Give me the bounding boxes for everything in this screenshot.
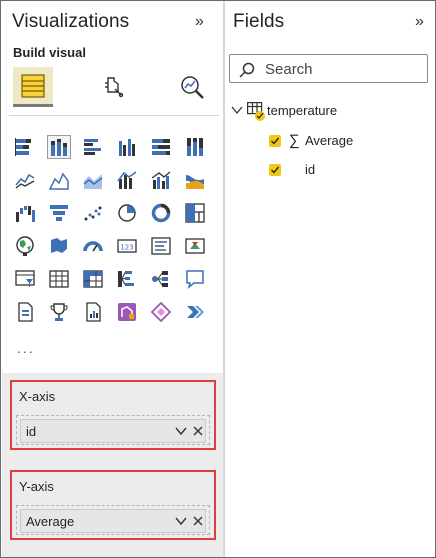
funnel-chart-icon[interactable] [48, 202, 70, 224]
filled-map-icon[interactable] [48, 235, 70, 257]
analytics-icon[interactable] [172, 67, 212, 107]
power-automate-icon[interactable] [150, 301, 172, 323]
kpi-icon[interactable] [184, 235, 206, 257]
area-chart-icon[interactable] [48, 169, 70, 191]
gauge-icon[interactable] [82, 235, 104, 257]
chevron-down-icon[interactable] [231, 104, 245, 116]
qa-icon[interactable] [184, 268, 206, 290]
table-node-temperature[interactable]: temperature [231, 101, 338, 121]
visualizations-pane: Visualizations » Build visual 123 ... X- [1, 1, 224, 557]
search-icon [238, 61, 256, 84]
stacked-area-chart-icon[interactable] [82, 169, 104, 191]
100-stacked-bar-chart-icon[interactable] [150, 136, 172, 158]
clustered-column-chart-icon[interactable] [116, 136, 138, 158]
table-icon [245, 101, 265, 121]
average-checkbox[interactable] [269, 134, 281, 147]
collapse-fields-button[interactable]: » [415, 13, 424, 31]
y-axis-drop-zone[interactable]: Average [16, 505, 210, 535]
key-influencers-icon[interactable] [150, 268, 172, 290]
y-axis-field-name: Average [26, 513, 75, 529]
goals-icon[interactable] [48, 301, 70, 323]
fields-pane: Fields » Search temperature ∑ Average id [225, 1, 435, 557]
more-visuals-button[interactable]: ... [17, 340, 35, 356]
remove-field-icon[interactable] [191, 514, 205, 528]
table-icon[interactable] [48, 268, 70, 290]
x-axis-drop-zone[interactable]: id [16, 415, 210, 445]
matrix-icon[interactable] [82, 268, 104, 290]
card-icon[interactable]: 123 [116, 235, 138, 257]
stacked-column-chart-icon[interactable] [47, 135, 71, 159]
field-name-id: id [305, 162, 316, 177]
x-axis-label: X-axis [19, 389, 56, 404]
paginated-report-icon[interactable] [14, 301, 36, 323]
treemap-icon[interactable] [184, 202, 206, 224]
build-separator [9, 115, 219, 116]
scatter-chart-icon[interactable] [82, 202, 104, 224]
build-visual-icon[interactable] [13, 67, 53, 107]
chevron-down-icon[interactable] [174, 514, 188, 528]
ribbon-chart-icon[interactable] [184, 169, 206, 191]
map-icon[interactable] [14, 235, 36, 257]
100-stacked-column-chart-icon[interactable] [184, 136, 206, 158]
clustered-bar-chart-icon[interactable] [82, 136, 104, 158]
arrow-chevron-icon[interactable] [184, 301, 206, 323]
y-axis-well: Y-axis Average [10, 470, 216, 540]
x-axis-well: X-axis id [10, 380, 216, 450]
line-chart-icon[interactable] [14, 169, 36, 191]
visualization-gallery: 123 [14, 135, 206, 323]
search-placeholder: Search [265, 61, 313, 78]
power-apps-icon[interactable] [116, 301, 138, 323]
table-name: temperature [267, 102, 338, 118]
line-and-stacked-column-chart-icon[interactable] [116, 169, 138, 191]
field-row-average[interactable]: ∑ Average [269, 132, 353, 149]
slicer-icon[interactable] [14, 268, 36, 290]
donut-chart-icon[interactable] [150, 202, 172, 224]
x-axis-field-name: id [26, 423, 37, 439]
format-visual-icon[interactable] [93, 67, 133, 107]
sigma-measure-icon: ∑ [289, 132, 300, 149]
fields-title: Fields [233, 11, 285, 32]
visualizations-title: Visualizations [12, 11, 130, 32]
collapse-visualizations-button[interactable]: » [195, 13, 204, 31]
fields-search-input[interactable]: Search [229, 54, 428, 83]
field-name-average: Average [305, 133, 354, 148]
stacked-bar-chart-icon[interactable] [14, 136, 36, 158]
y-axis-label: Y-axis [19, 479, 54, 494]
y-axis-field-pill[interactable]: Average [20, 509, 206, 533]
smart-narrative-icon[interactable] [82, 301, 104, 323]
x-axis-field-pill[interactable]: id [20, 419, 206, 443]
build-visual-label: Build visual [13, 45, 86, 60]
field-row-id[interactable]: id [269, 162, 315, 177]
waterfall-chart-icon[interactable] [14, 202, 36, 224]
decomposition-tree-icon[interactable] [116, 268, 138, 290]
multi-row-card-icon[interactable] [150, 235, 172, 257]
id-checkbox[interactable] [269, 163, 281, 176]
line-and-clustered-column-chart-icon[interactable] [150, 169, 172, 191]
chevron-down-icon[interactable] [174, 424, 188, 438]
svg-text:123: 123 [120, 244, 133, 252]
table-selected-indicator-icon [255, 111, 265, 121]
pie-chart-icon[interactable] [116, 202, 138, 224]
remove-field-icon[interactable] [191, 424, 205, 438]
